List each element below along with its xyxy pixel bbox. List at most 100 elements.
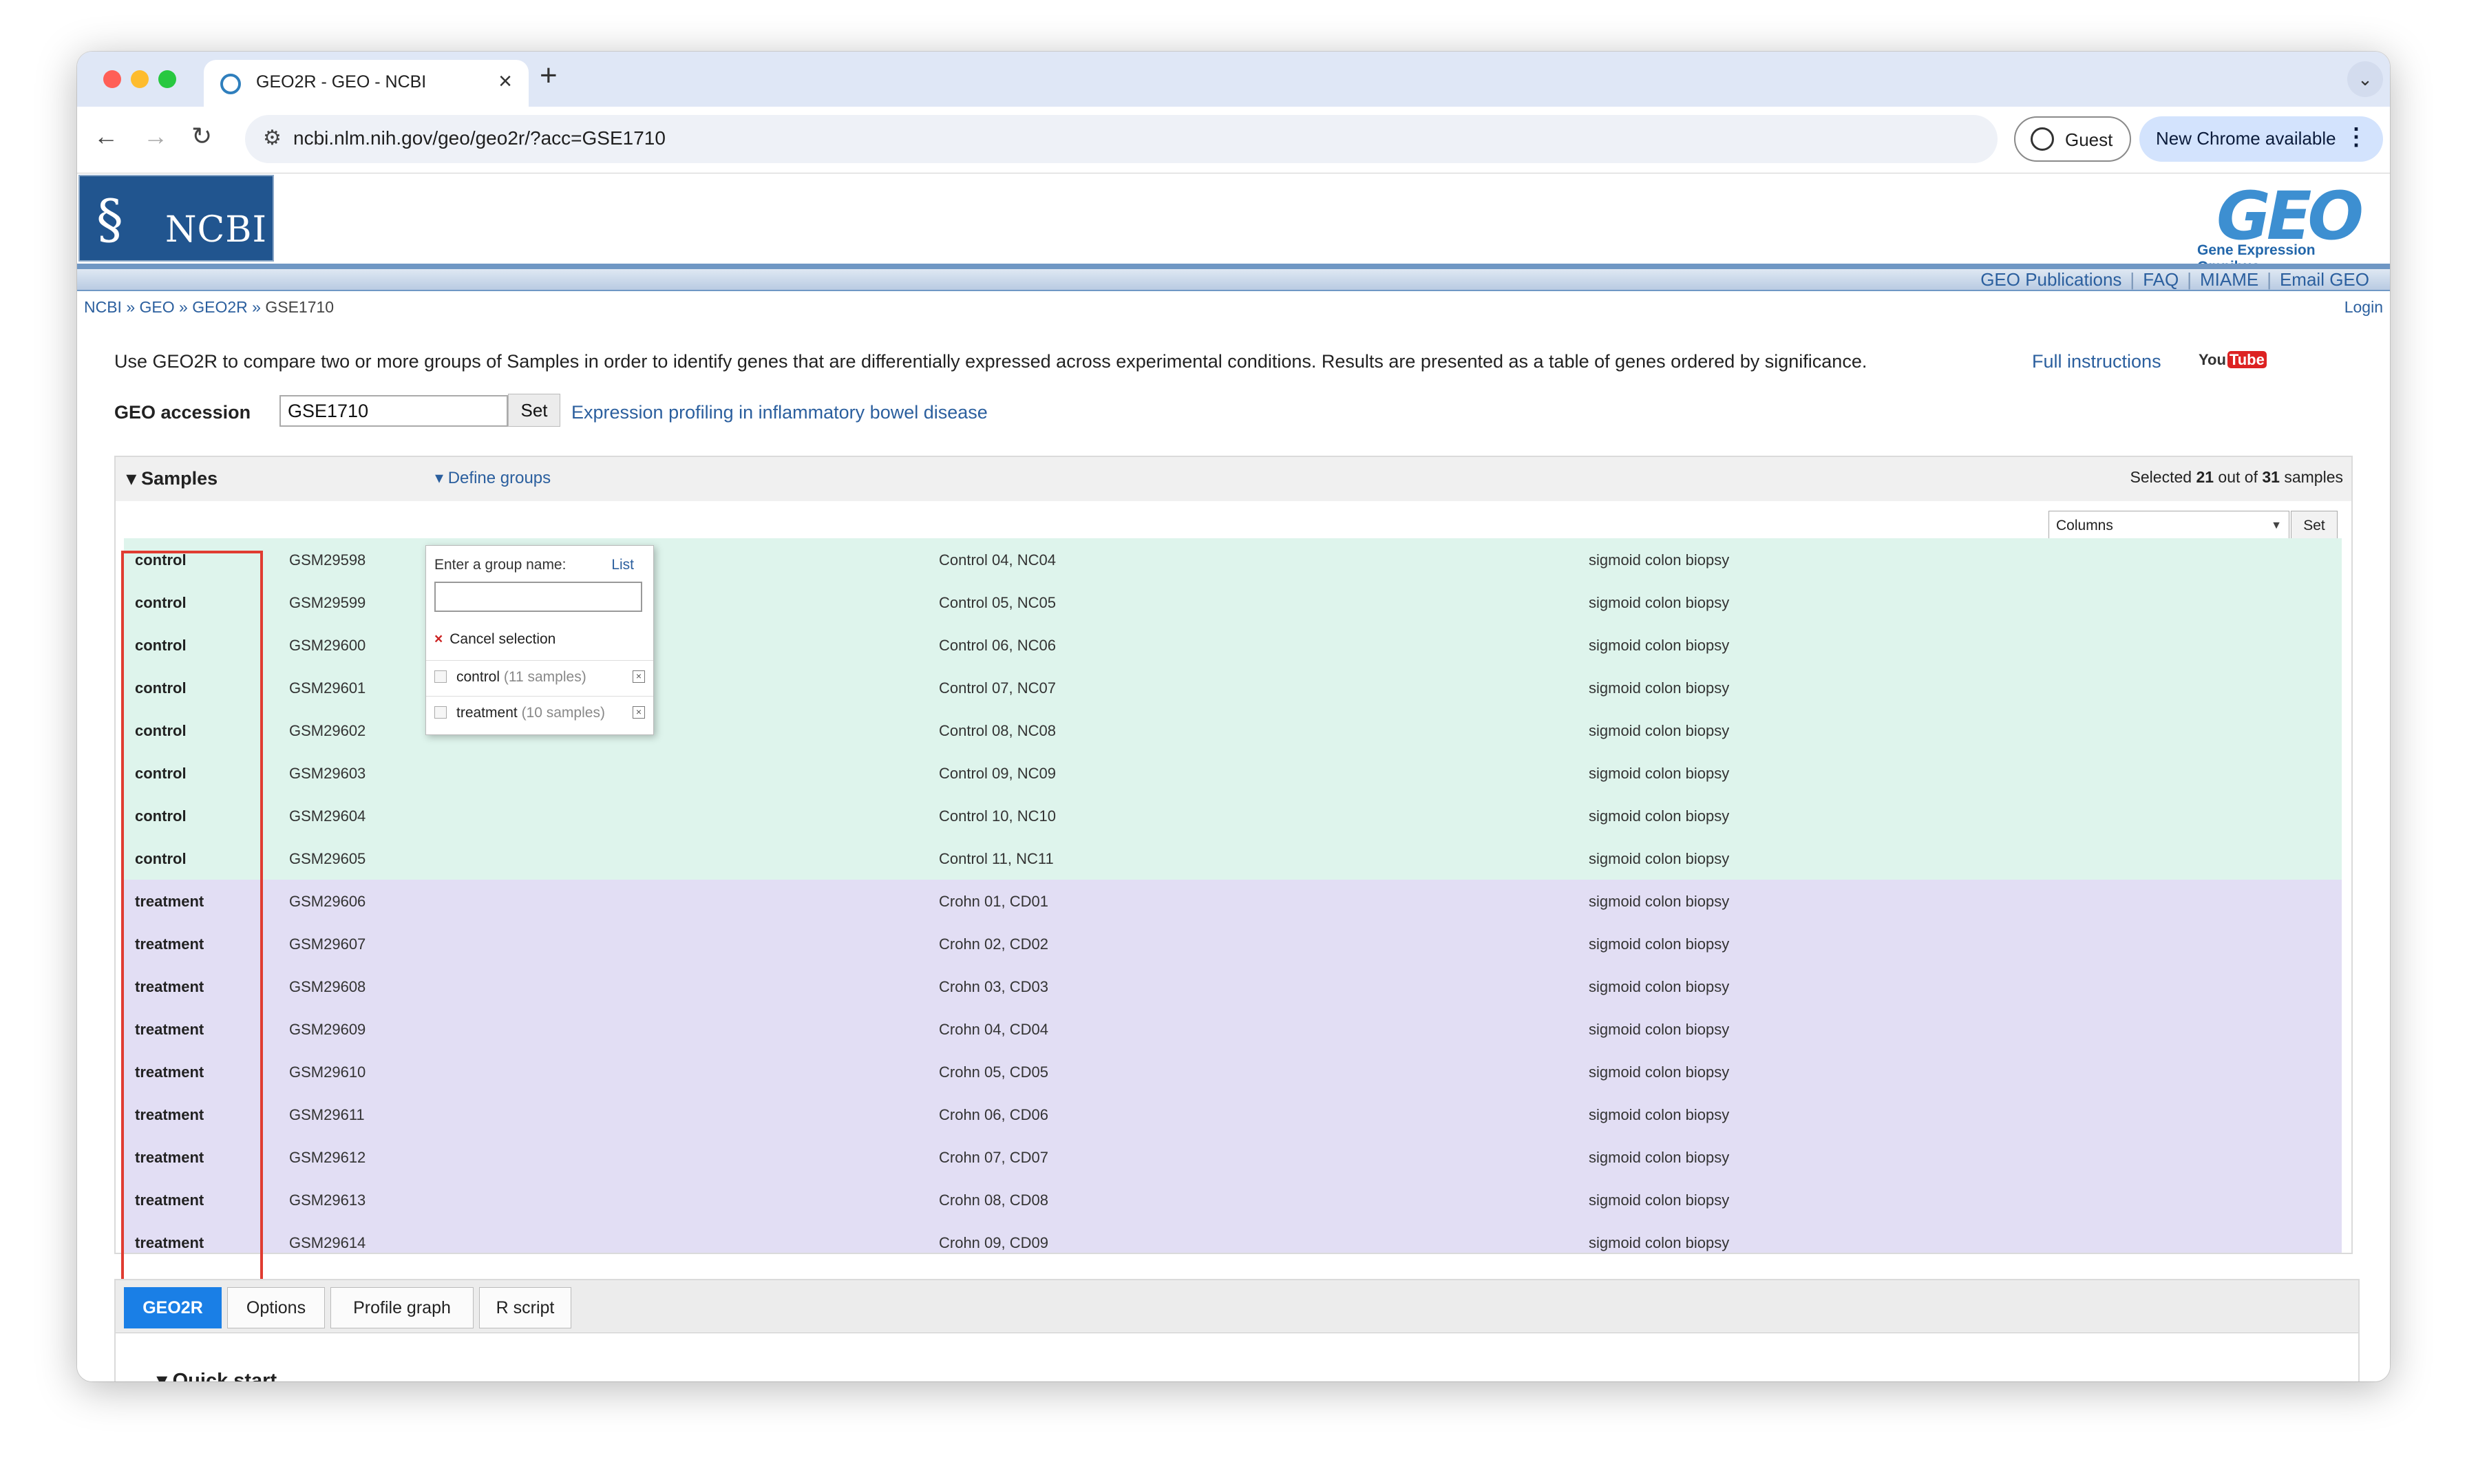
group-name-label: Enter a group name: [434,557,567,573]
address-bar[interactable]: ⚙ ncbi.nlm.nih.gov/geo/geo2r/?acc=GSE171… [245,115,1998,163]
list-link[interactable]: List [611,557,634,573]
chevron-down-icon: ⌄ [2358,69,2373,89]
sample-accession-cell: GSM29604 [289,807,366,825]
reload-button[interactable]: ↻ [191,122,212,151]
tab-profile-graph[interactable]: Profile graph [330,1287,474,1328]
full-instructions-link[interactable]: Full instructions [2032,351,2161,372]
sample-source-cell: sigmoid colon biopsy [1589,594,1730,611]
group-checkbox[interactable] [434,706,447,719]
sample-title-cell: Control 11, NC11 [939,850,1054,867]
sample-accession-cell: GSM29608 [289,978,366,995]
geo-publications-link[interactable]: GEO Publications [1980,269,2121,290]
email-geo-link[interactable]: Email GEO [2280,269,2369,290]
define-groups-toggle[interactable]: ▾ Define groups [435,468,551,488]
table-row[interactable]: treatment GSM29614 Crohn 09, CD09 sigmoid c… [124,1221,2342,1253]
forward-button[interactable]: → [143,122,168,151]
header-divider [77,264,2390,269]
sample-source-cell: sigmoid colon biopsy [1589,765,1730,782]
sample-accession-cell: GSM29598 [289,551,366,569]
table-row[interactable]: treatment GSM29613 Crohn 08, CD08 sigmoid c… [124,1178,2342,1222]
sample-title-cell: Crohn 05, CD05 [939,1063,1048,1081]
new-tab-button[interactable]: + [540,59,558,93]
samples-toggle[interactable]: ▾ Samples [127,468,218,489]
sample-title-cell: Control 10, NC10 [939,807,1056,825]
table-row[interactable]: treatment GSM29607 Crohn 02, CD02 sigmoid c… [124,922,2342,966]
group-checkbox[interactable] [434,670,447,683]
selected-count: Selected 21 out of 31 samples [2130,468,2343,486]
dropdown-arrow-icon: ▼ [2271,520,2282,531]
login-link[interactable]: Login [2344,298,2383,317]
accession-set-button[interactable]: Set [508,394,560,427]
sample-source-cell: sigmoid colon biopsy [1589,1063,1730,1081]
breadcrumb-ncbi[interactable]: NCBI [84,298,122,316]
faq-link[interactable]: FAQ [2143,269,2179,290]
minimize-window-button[interactable] [131,70,149,88]
chrome-update-label: New Chrome available [2156,128,2336,149]
table-row[interactable]: treatment GSM29610 Crohn 05, CD05 sigmoid c… [124,1050,2342,1094]
close-window-button[interactable] [103,70,121,88]
tab-options[interactable]: Options [227,1287,325,1328]
guest-profile-button[interactable]: Guest [2014,116,2131,162]
table-row[interactable]: treatment GSM29609 Crohn 04, CD04 sigmoid c… [124,1008,2342,1051]
table-row[interactable]: control GSM29604 Control 10, NC10 sigmoid c… [124,794,2342,838]
sample-title-cell: Control 06, NC06 [939,637,1056,654]
sample-source-cell: sigmoid colon biopsy [1589,1234,1730,1251]
sample-accession-cell: GSM29600 [289,637,366,654]
close-tab-icon[interactable]: × [498,68,512,95]
sample-source-cell: sigmoid colon biopsy [1589,1021,1730,1038]
ncbi-logo[interactable]: § NCBI [78,175,274,262]
sample-title-cell: Control 08, NC08 [939,722,1056,739]
table-row[interactable]: treatment GSM29611 Crohn 06, CD06 sigmoid c… [124,1093,2342,1136]
tab-geo2r[interactable]: GEO2R [124,1287,222,1328]
sample-accession-cell: GSM29602 [289,722,366,739]
sample-accession-cell: GSM29606 [289,893,366,910]
geo-accession-input[interactable] [279,395,508,427]
group-item-treatment[interactable]: treatment (10 samples) × [426,696,653,731]
site-settings-icon[interactable]: ⚙ [263,126,282,150]
table-row[interactable]: control GSM29603 Control 09, NC09 sigmoid c… [124,752,2342,795]
samples-header: ▾ Samples ▾ Define groups Selected 21 ou… [116,457,2351,501]
guest-label: Guest [2065,129,2113,150]
table-row[interactable]: treatment GSM29612 Crohn 07, CD07 sigmoid c… [124,1136,2342,1179]
ncbi-logo-text: NCBI [165,209,268,251]
profile-icon [2031,127,2054,151]
browser-tab[interactable]: GEO2R - GEO - NCBI × [204,60,529,107]
back-button[interactable]: ← [94,122,118,151]
define-groups-popup: Enter a group name: List × Cancel selecti… [425,545,654,735]
sample-title-cell: Control 05, NC05 [939,594,1056,611]
delete-group-icon[interactable]: × [633,670,645,683]
quick-start-toggle[interactable]: ▾ Quick start [157,1368,277,1381]
table-row[interactable]: control GSM29605 Control 11, NC11 sigmoid c… [124,837,2342,880]
sample-accession-cell: GSM29611 [289,1106,365,1123]
sample-source-cell: sigmoid colon biopsy [1589,850,1730,867]
sample-title-cell: Crohn 09, CD09 [939,1234,1048,1251]
delete-group-icon[interactable]: × [633,706,645,719]
miame-link[interactable]: MIAME [2200,269,2258,290]
sample-accession-cell: GSM29609 [289,1021,366,1038]
sample-source-cell: sigmoid colon biopsy [1589,637,1730,654]
sample-source-cell: sigmoid colon biopsy [1589,1149,1730,1166]
table-row[interactable]: treatment GSM29608 Crohn 03, CD03 sigmoid c… [124,965,2342,1008]
more-menu-icon[interactable]: ⋮ [2344,123,2368,151]
sample-title-cell: Crohn 04, CD04 [939,1021,1048,1038]
columns-set-button[interactable]: Set [2291,511,2338,541]
tab-search-button[interactable]: ⌄ [2347,61,2383,97]
maximize-window-button[interactable] [158,70,176,88]
columns-select[interactable]: Columns ▼ [2048,511,2289,541]
chrome-update-button[interactable]: New Chrome available ⋮ [2139,116,2383,162]
breadcrumb-geo2r[interactable]: GEO2R [192,298,248,316]
sample-title-cell: Crohn 01, CD01 [939,893,1048,910]
table-row[interactable]: treatment GSM29606 Crohn 01, CD01 sigmoid c… [124,880,2342,923]
group-name-input[interactable] [434,582,642,612]
cancel-selection-button[interactable]: × Cancel selection [434,631,555,648]
group-item-control[interactable]: control (11 samples) × [426,660,653,695]
tab-title: GEO2R - GEO - NCBI [256,72,427,92]
breadcrumb-geo[interactable]: GEO [140,298,175,316]
analysis-tabbar: GEO2R Options Profile graph R script [116,1280,2358,1333]
series-title-link[interactable]: Expression profiling in inflammatory bow… [571,402,988,423]
sample-source-cell: sigmoid colon biopsy [1589,935,1730,953]
youtube-icon[interactable]: You Tube [2199,351,2267,369]
geo-logo[interactable]: GEO Gene Expression Omnibus [2197,178,2376,275]
sample-accession-cell: GSM29601 [289,679,366,697]
tab-r-script[interactable]: R script [479,1287,571,1328]
